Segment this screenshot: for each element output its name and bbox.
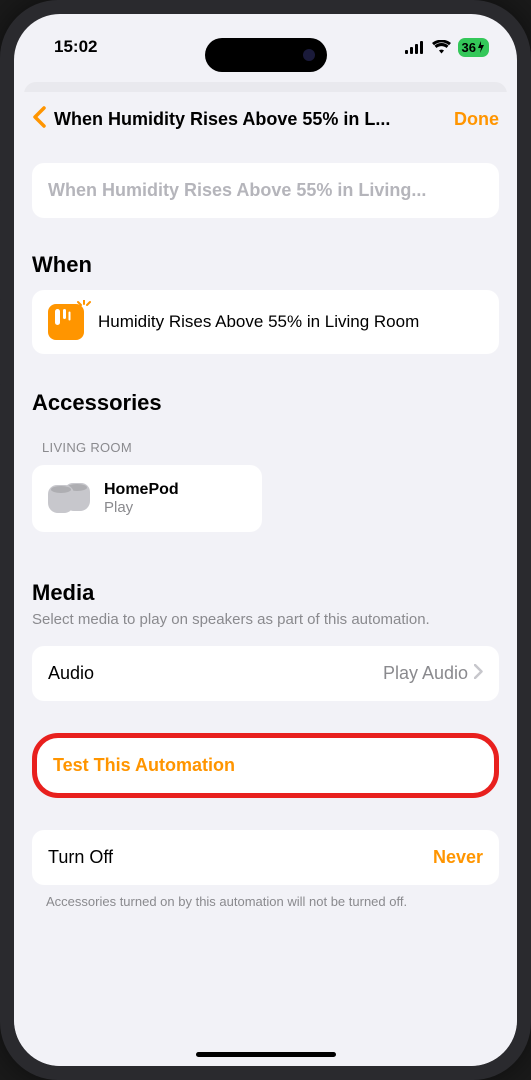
accessory-action: Play xyxy=(104,499,179,516)
turn-off-label: Turn Off xyxy=(48,847,113,868)
turn-off-value: Never xyxy=(433,847,483,868)
home-indicator[interactable] xyxy=(196,1052,336,1057)
audio-row[interactable]: Audio Play Audio xyxy=(32,646,499,701)
wifi-icon xyxy=(432,40,451,54)
humidity-sensor-icon xyxy=(48,304,84,340)
media-header: Media xyxy=(32,580,499,606)
status-time: 15:02 xyxy=(54,37,97,57)
nav-bar: When Humidity Rises Above 55% in L... Do… xyxy=(14,92,517,147)
audio-label: Audio xyxy=(48,663,94,684)
cellular-icon xyxy=(405,41,425,54)
homepod-icon xyxy=(48,483,90,515)
room-label: LIVING ROOM xyxy=(42,440,499,455)
automation-name-field[interactable]: When Humidity Rises Above 55% in Living.… xyxy=(32,163,499,218)
audio-value: Play Audio xyxy=(383,663,468,684)
turn-off-row[interactable]: Turn Off Never xyxy=(32,830,499,885)
chevron-right-icon xyxy=(474,663,483,684)
back-button[interactable] xyxy=(32,106,46,133)
done-button[interactable]: Done xyxy=(454,109,499,130)
test-automation-button[interactable]: Test This Automation xyxy=(32,733,499,798)
dynamic-island xyxy=(205,38,327,72)
when-header: When xyxy=(32,252,499,278)
nav-title: When Humidity Rises Above 55% in L... xyxy=(54,109,446,130)
accessory-name: HomePod xyxy=(104,481,179,499)
accessories-header: Accessories xyxy=(32,390,499,416)
when-trigger-text: Humidity Rises Above 55% in Living Room xyxy=(98,311,419,334)
media-description: Select media to play on speakers as part… xyxy=(32,610,499,630)
accessory-homepod[interactable]: HomePod Play xyxy=(32,465,262,532)
battery-icon: 36 xyxy=(458,38,489,57)
turn-off-note: Accessories turned on by this automation… xyxy=(32,885,499,911)
when-trigger-card[interactable]: Humidity Rises Above 55% in Living Room xyxy=(32,290,499,354)
